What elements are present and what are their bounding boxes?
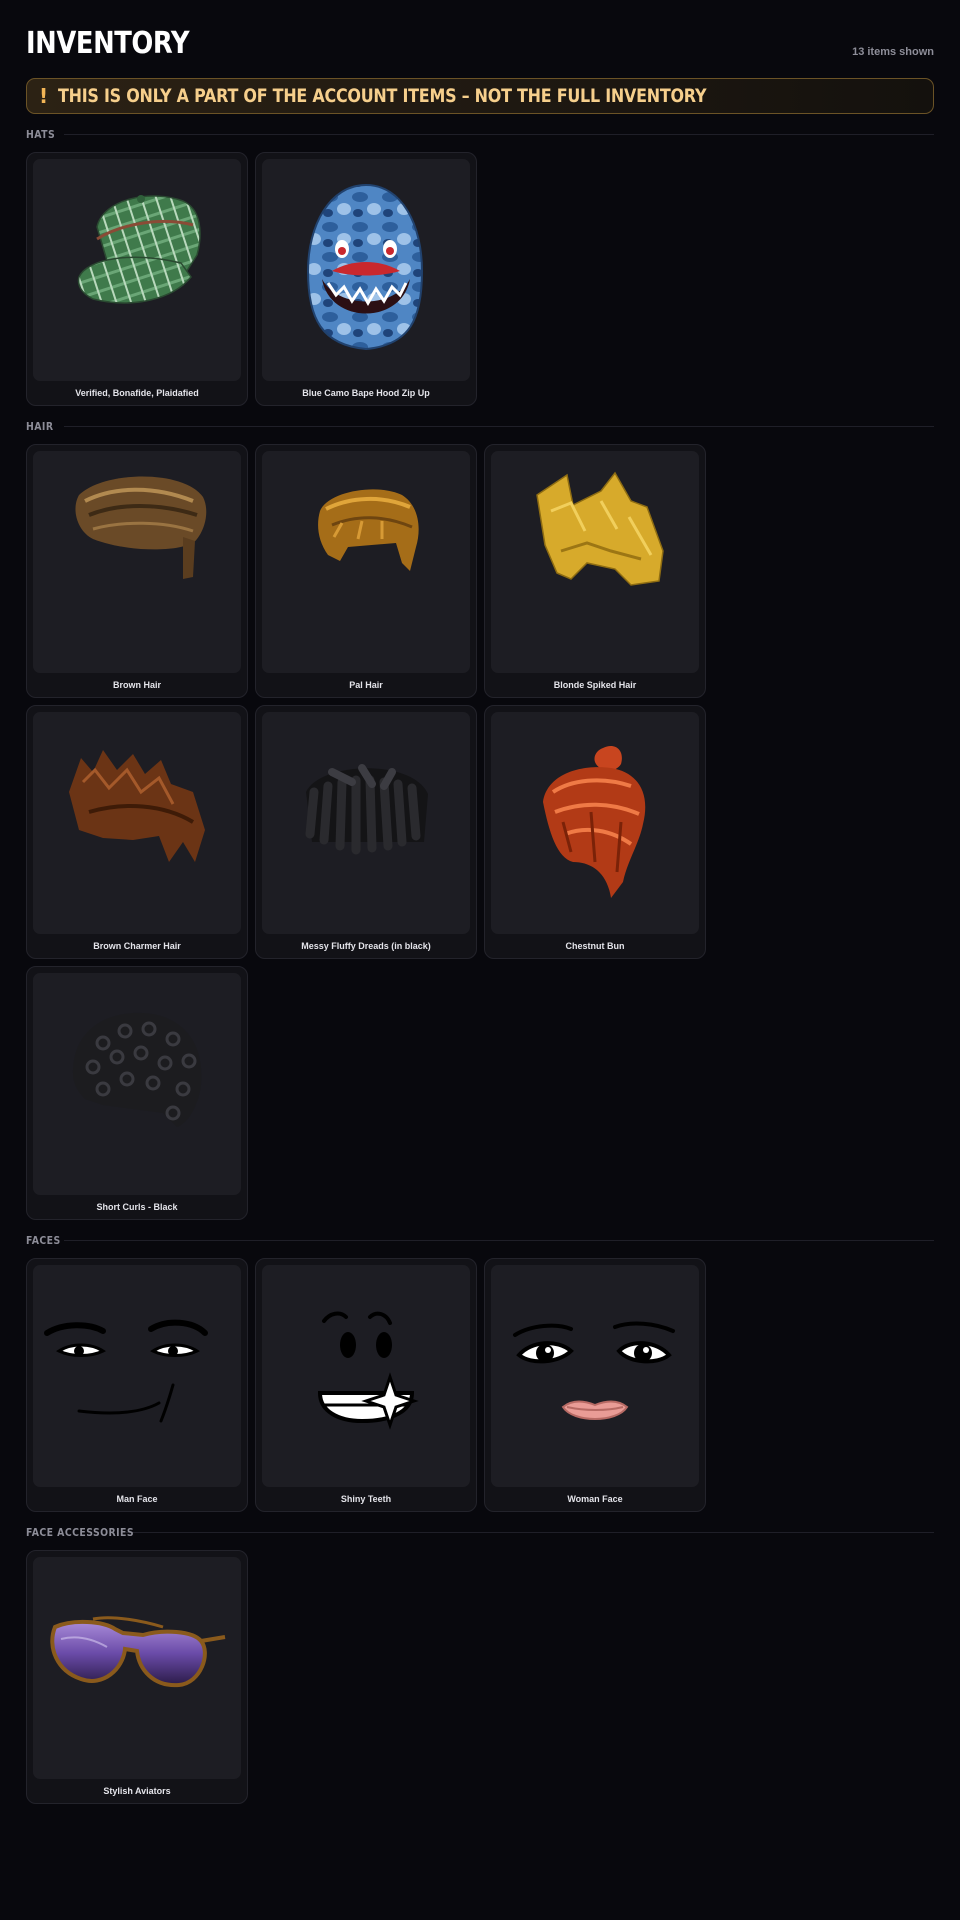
section-header-hats: HATS xyxy=(26,124,934,144)
page-header: INVENTORY 13 items shown xyxy=(26,0,934,78)
warning-text: THIS IS ONLY A PART OF THE ACCOUNT ITEMS… xyxy=(58,85,707,107)
blue-camo-hood-image xyxy=(262,159,470,381)
item-name: Short Curls - Black xyxy=(96,1202,178,1212)
item-name: Chestnut Bun xyxy=(565,941,625,951)
brown-charmer-hair-image xyxy=(33,712,241,934)
section-divider xyxy=(64,425,934,427)
item-card[interactable]: Stylish Aviators xyxy=(26,1550,248,1804)
woman-face-image xyxy=(491,1265,699,1487)
pal-hair-image xyxy=(262,451,470,673)
item-name: Pal Hair xyxy=(349,680,383,690)
section-title: HATS xyxy=(26,127,56,141)
hats-grid: Verified, Bonafide, Plaidafied Blue Camo… xyxy=(26,152,934,406)
item-name: Brown Charmer Hair xyxy=(93,941,181,951)
shiny-teeth-face-image xyxy=(262,1265,470,1487)
green-plaid-cap-image xyxy=(33,159,241,381)
section-title: HAIR xyxy=(26,419,54,433)
item-card[interactable]: Short Curls - Black xyxy=(26,966,248,1220)
item-name: Messy Fluffy Dreads (in black) xyxy=(301,941,431,951)
section-divider xyxy=(64,1239,934,1241)
hair-grid: Brown Hair Pal Hair Blonde Spiked Hair B… xyxy=(26,444,934,1220)
item-name: Man Face xyxy=(116,1494,158,1504)
item-card[interactable]: Messy Fluffy Dreads (in black) xyxy=(255,705,477,959)
item-name: Blue Camo Bape Hood Zip Up xyxy=(302,388,430,398)
black-dreads-image xyxy=(262,712,470,934)
item-card[interactable]: Brown Charmer Hair xyxy=(26,705,248,959)
item-name: Blonde Spiked Hair xyxy=(553,680,637,690)
section-header-hair: HAIR xyxy=(26,416,934,436)
section-divider xyxy=(126,1531,934,1533)
item-count: 13 items shown xyxy=(852,46,934,58)
inventory-page: INVENTORY 13 items shown ! THIS IS ONLY … xyxy=(0,0,960,1804)
chestnut-bun-image xyxy=(491,712,699,934)
face-accessories-grid: Stylish Aviators xyxy=(26,1550,934,1804)
blonde-spiked-hair-image xyxy=(491,451,699,673)
man-face-image xyxy=(33,1265,241,1487)
item-card[interactable]: Blonde Spiked Hair xyxy=(484,444,706,698)
item-card[interactable]: Blue Camo Bape Hood Zip Up xyxy=(255,152,477,406)
faces-grid: Man Face Shiny Teeth Woman Face xyxy=(26,1258,934,1512)
aviator-sunglasses-image xyxy=(33,1557,241,1779)
item-card[interactable]: Man Face xyxy=(26,1258,248,1512)
item-card[interactable]: Brown Hair xyxy=(26,444,248,698)
item-card[interactable]: Shiny Teeth xyxy=(255,1258,477,1512)
item-name: Stylish Aviators xyxy=(103,1786,171,1796)
item-card[interactable]: Verified, Bonafide, Plaidafied xyxy=(26,152,248,406)
item-name: Verified, Bonafide, Plaidafied xyxy=(75,388,199,398)
section-header-face-accessories: FACE ACCESSORIES xyxy=(26,1522,934,1542)
section-title: FACES xyxy=(26,1233,61,1247)
item-name: Brown Hair xyxy=(112,680,161,690)
section-title: FACE ACCESSORIES xyxy=(26,1525,135,1539)
warning-banner: ! THIS IS ONLY A PART OF THE ACCOUNT ITE… xyxy=(26,78,934,114)
black-curls-image xyxy=(33,973,241,1195)
brown-hair-image xyxy=(33,451,241,673)
page-title: INVENTORY xyxy=(26,26,190,61)
section-header-faces: FACES xyxy=(26,1230,934,1250)
item-card[interactable]: Woman Face xyxy=(484,1258,706,1512)
item-name: Woman Face xyxy=(567,1494,623,1504)
item-name: Shiny Teeth xyxy=(340,1494,392,1504)
item-card[interactable]: Chestnut Bun xyxy=(484,705,706,959)
item-card[interactable]: Pal Hair xyxy=(255,444,477,698)
warning-icon: ! xyxy=(39,84,49,108)
section-divider xyxy=(64,133,934,135)
